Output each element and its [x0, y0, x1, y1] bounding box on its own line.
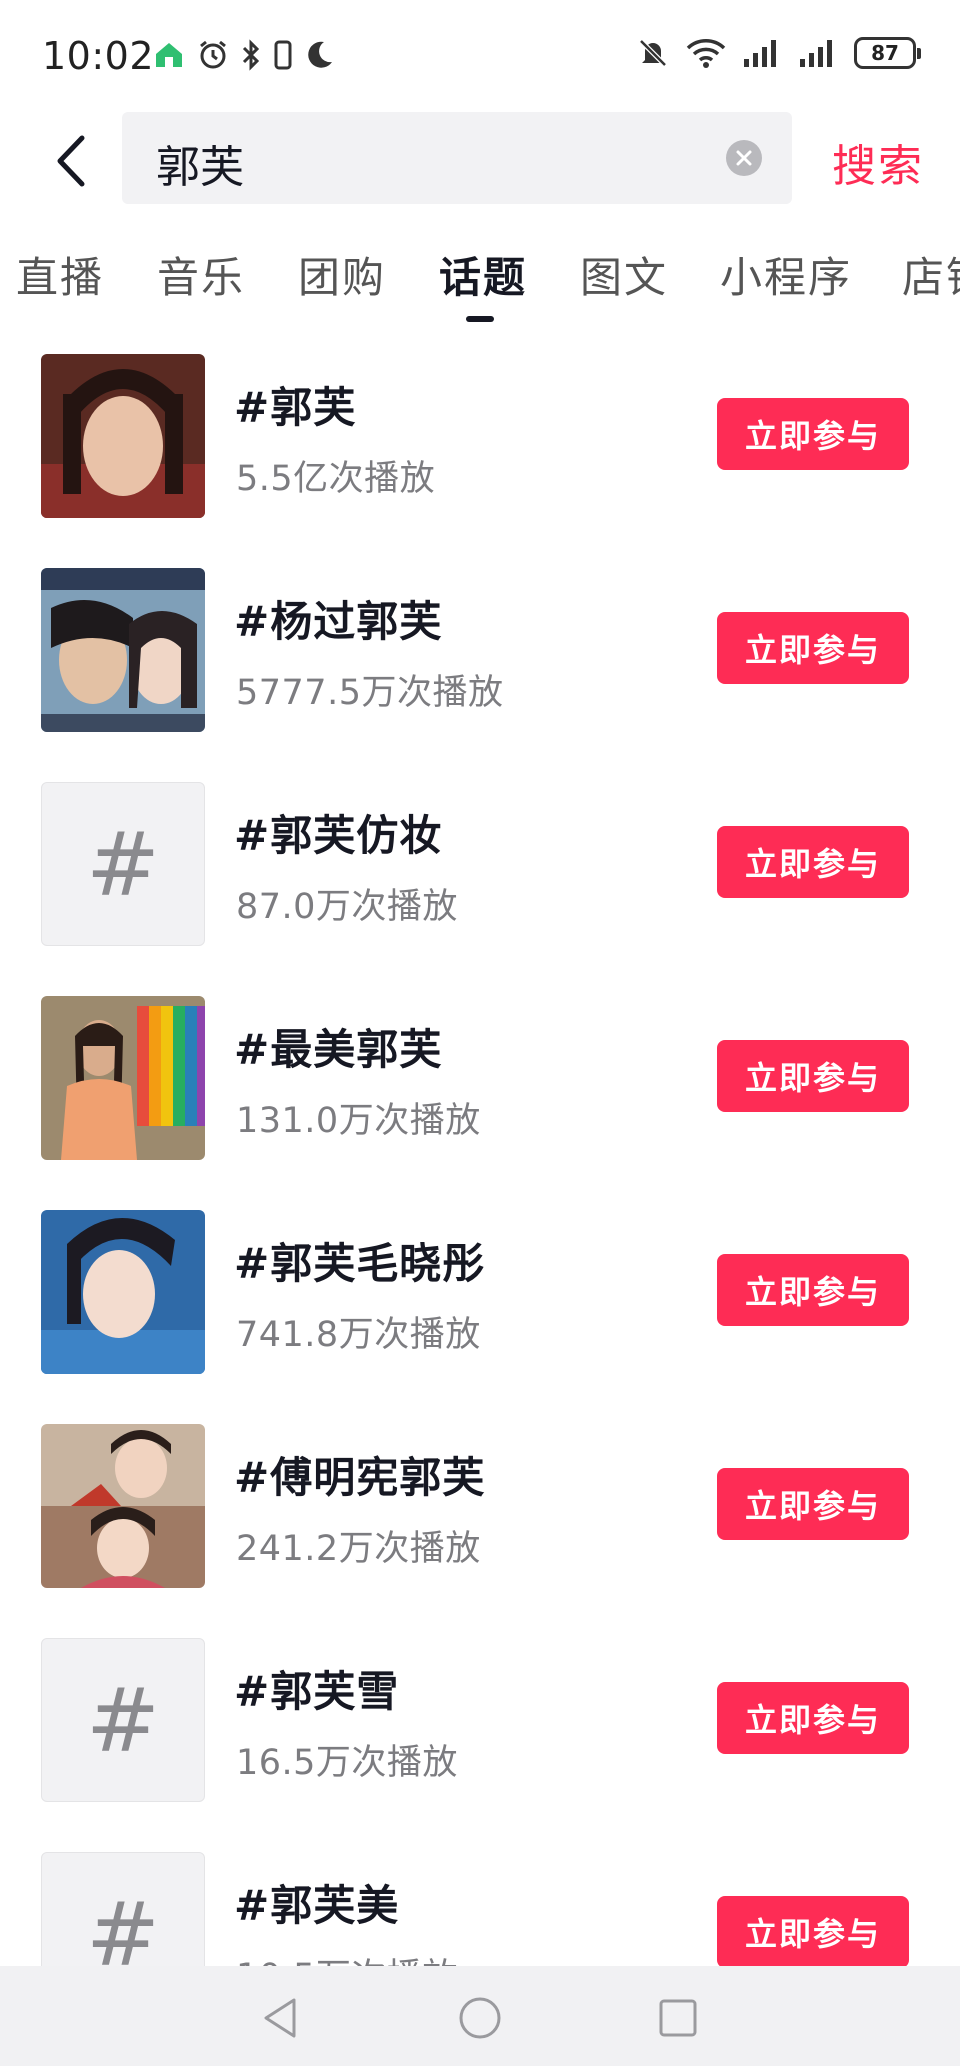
close-icon [736, 150, 752, 166]
hash-placeholder-icon: # [41, 782, 205, 946]
tab-shops[interactable]: 店铺 [902, 244, 960, 305]
vibrate-icon [272, 38, 294, 72]
join-topic-button[interactable]: 立即参与 [717, 1468, 909, 1540]
topic-play-count: 16.5万次播放 [236, 1743, 458, 1783]
topic-thumbnail [41, 1424, 205, 1588]
tab-image-text[interactable]: 图文 [580, 244, 668, 305]
topic-title: #傅明宪郭芙 [234, 1453, 486, 1502]
signal-icon [798, 37, 840, 69]
tab-music[interactable]: 音乐 [157, 244, 245, 305]
active-tab-indicator [466, 316, 494, 322]
topic-title: #郭芙仿妆 [234, 811, 443, 860]
topic-play-count: 87.0万次播放 [236, 887, 458, 927]
nav-home-button[interactable] [458, 1996, 502, 2040]
back-triangle-icon [264, 1998, 296, 2038]
tab-mini-programs[interactable]: 小程序 [720, 244, 852, 305]
topic-row[interactable]: #最美郭芙 131.0万次播放 立即参与 [0, 992, 960, 1206]
topic-play-count: 241.2万次播放 [236, 1529, 481, 1569]
hash-placeholder-icon: # [41, 1638, 205, 1802]
home-circle-icon [459, 1997, 501, 2039]
search-input[interactable]: 郭芙 [122, 112, 792, 204]
join-topic-button[interactable]: 立即参与 [717, 1896, 909, 1968]
topic-play-count: 5777.5万次播放 [236, 673, 504, 713]
status-right-icons: 87 [636, 36, 921, 70]
status-left-icons [152, 38, 336, 72]
search-row: 郭芙 搜索 [0, 112, 960, 210]
topic-row[interactable]: # #郭芙仿妆 87.0万次播放 立即参与 [0, 778, 960, 992]
topic-row[interactable]: #郭芙 5.5亿次播放 立即参与 [0, 350, 960, 564]
system-nav-bar [0, 1966, 960, 2066]
category-tabs: 直播 音乐 团购 话题 图文 小程序 店铺 [0, 238, 960, 328]
clear-search-button[interactable] [726, 140, 762, 176]
nav-back-button[interactable] [258, 1996, 302, 2040]
topic-row[interactable]: #杨过郭芙 5777.5万次播放 立即参与 [0, 564, 960, 778]
moon-icon [304, 38, 336, 72]
nav-recents-button[interactable] [656, 1996, 700, 2040]
topic-play-count: 131.0万次播放 [236, 1101, 481, 1141]
join-topic-button[interactable]: 立即参与 [717, 1254, 909, 1326]
topic-title: #郭芙雪 [234, 1667, 400, 1716]
topic-list: #郭芙 5.5亿次播放 立即参与 #杨过郭芙 5777.5万次播放 立即参与 #… [0, 350, 960, 2062]
join-topic-button[interactable]: 立即参与 [717, 398, 909, 470]
bluetooth-icon [240, 38, 262, 72]
search-query-text: 郭芙 [156, 142, 244, 193]
topic-thumbnail [41, 354, 205, 518]
status-bar: 10:02 87 [0, 0, 960, 112]
search-button[interactable]: 搜索 [832, 130, 924, 194]
topic-title: #郭芙美 [234, 1881, 400, 1930]
tab-live[interactable]: 直播 [16, 244, 104, 305]
topic-thumbnail [41, 568, 205, 732]
wifi-icon [684, 36, 728, 70]
join-topic-button[interactable]: 立即参与 [717, 1040, 909, 1112]
topic-title: #郭芙 [234, 383, 357, 432]
join-topic-button[interactable]: 立即参与 [717, 1682, 909, 1754]
topic-row[interactable]: #傅明宪郭芙 241.2万次播放 立即参与 [0, 1420, 960, 1634]
chevron-left-icon [57, 135, 85, 187]
signal-icon [742, 37, 784, 69]
tab-group-buy[interactable]: 团购 [298, 244, 386, 305]
topic-play-count: 741.8万次播放 [236, 1315, 481, 1355]
battery-indicator: 87 [854, 37, 921, 69]
tab-topics[interactable]: 话题 [439, 244, 527, 305]
topic-play-count: 5.5亿次播放 [236, 459, 436, 499]
topic-row[interactable]: #郭芙毛晓彤 741.8万次播放 立即参与 [0, 1206, 960, 1420]
back-button[interactable] [46, 128, 96, 194]
recents-square-icon [659, 1999, 697, 2037]
mute-icon [636, 36, 670, 70]
join-topic-button[interactable]: 立即参与 [717, 826, 909, 898]
home-badge-icon [152, 38, 186, 72]
topic-title: #最美郭芙 [234, 1025, 443, 1074]
topic-thumbnail [41, 1210, 205, 1374]
topic-thumbnail [41, 996, 205, 1160]
topic-title: #杨过郭芙 [234, 597, 443, 646]
alarm-icon [196, 38, 230, 72]
topic-row[interactable]: # #郭芙雪 16.5万次播放 立即参与 [0, 1634, 960, 1848]
join-topic-button[interactable]: 立即参与 [717, 612, 909, 684]
topic-title: #郭芙毛晓彤 [234, 1239, 486, 1288]
status-time: 10:02 [42, 34, 155, 78]
